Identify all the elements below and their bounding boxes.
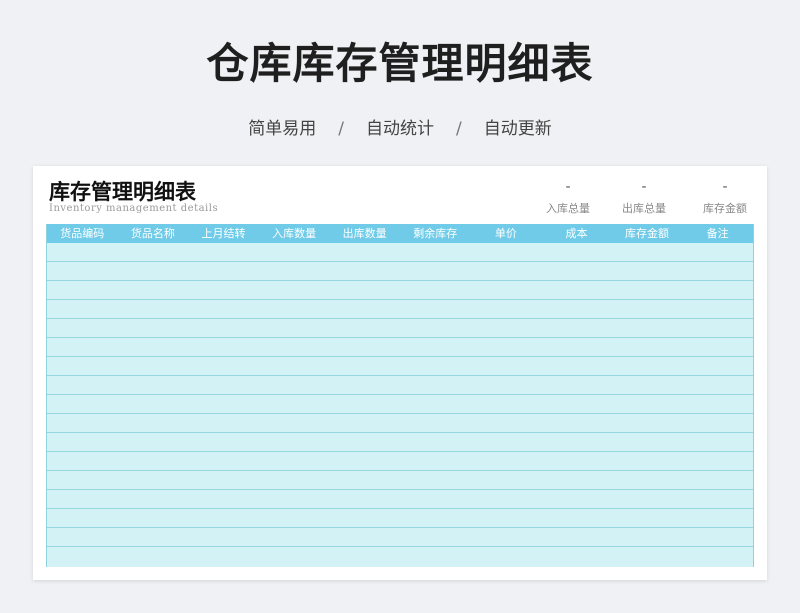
table-row[interactable] bbox=[47, 281, 753, 300]
summary-stock-amount: - 库存金额 bbox=[690, 178, 760, 216]
tag-easy-to-use: 简单易用 bbox=[248, 119, 317, 139]
summary-label: 入库总量 bbox=[546, 202, 590, 215]
table-row[interactable] bbox=[47, 300, 753, 319]
table-row[interactable] bbox=[47, 452, 753, 471]
table-row[interactable] bbox=[47, 490, 753, 509]
tagline: 简单易用 / 自动统计 / 自动更新 bbox=[0, 114, 800, 139]
column-header-item-code[interactable]: 货品编码 bbox=[47, 224, 118, 243]
tag-separator: / bbox=[338, 119, 344, 139]
column-header-remaining-stock[interactable]: 剩余库存 bbox=[400, 224, 471, 243]
column-header-item-name[interactable]: 货品名称 bbox=[118, 224, 189, 243]
tag-auto-update: 自动更新 bbox=[483, 119, 552, 139]
table-row[interactable] bbox=[47, 357, 753, 376]
summary-value: - bbox=[722, 179, 728, 195]
tag-auto-statistics: 自动统计 bbox=[366, 119, 434, 139]
column-header-cost[interactable]: 成本 bbox=[541, 224, 612, 243]
column-header-outbound-qty[interactable]: 出库数量 bbox=[329, 224, 400, 243]
summary-label: 库存金额 bbox=[703, 202, 747, 215]
summary-inbound-total: - 入库总量 bbox=[533, 178, 603, 216]
table-row[interactable] bbox=[47, 338, 753, 357]
summary-outbound-total: - 出库总量 bbox=[609, 178, 679, 216]
spreadsheet-card: 库存管理明细表 Inventory management details - 入… bbox=[33, 166, 767, 580]
table-row[interactable] bbox=[47, 395, 753, 414]
table-body bbox=[47, 243, 753, 547]
column-header-unit-price[interactable]: 单价 bbox=[471, 224, 542, 243]
sheet-subtitle: Inventory management details bbox=[49, 203, 219, 214]
table-row[interactable] bbox=[47, 319, 753, 338]
summary-value: - bbox=[641, 179, 647, 195]
table-row[interactable] bbox=[47, 414, 753, 433]
table-row[interactable] bbox=[47, 376, 753, 395]
table-row[interactable] bbox=[47, 243, 753, 262]
column-header-remarks[interactable]: 备注 bbox=[682, 224, 753, 243]
inventory-table: 货品编码 货品名称 上月结转 入库数量 出库数量 剩余库存 单价 成本 库存金额… bbox=[46, 224, 754, 567]
column-header-stock-amount[interactable]: 库存金额 bbox=[612, 224, 683, 243]
summary-value: - bbox=[565, 179, 571, 195]
table-row[interactable] bbox=[47, 471, 753, 490]
table-row[interactable] bbox=[47, 528, 753, 547]
sheet-title: 库存管理明细表 bbox=[49, 179, 196, 204]
page-title: 仓库库存管理明细表 bbox=[206, 39, 594, 88]
table-row[interactable] bbox=[47, 262, 753, 281]
summary-label: 出库总量 bbox=[622, 202, 666, 215]
table-header: 货品编码 货品名称 上月结转 入库数量 出库数量 剩余库存 单价 成本 库存金额… bbox=[47, 224, 753, 243]
table-row[interactable] bbox=[47, 433, 753, 452]
tag-separator: / bbox=[456, 119, 462, 139]
table-row[interactable] bbox=[47, 509, 753, 528]
column-header-inbound-qty[interactable]: 入库数量 bbox=[259, 224, 330, 243]
column-header-carryover[interactable]: 上月结转 bbox=[188, 224, 259, 243]
